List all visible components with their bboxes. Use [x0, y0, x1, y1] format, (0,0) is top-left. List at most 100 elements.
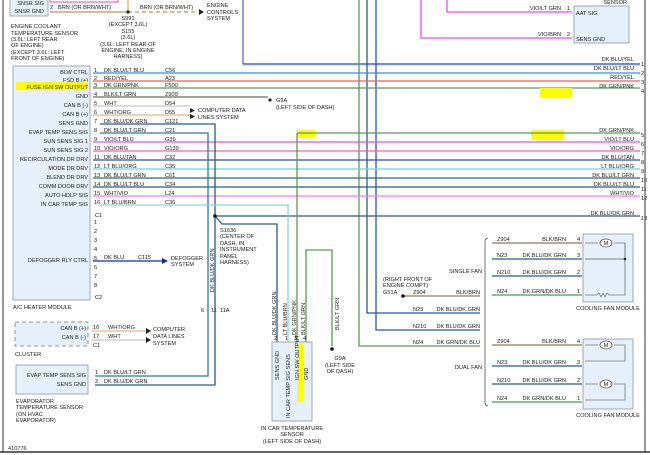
- evap-label: EVAPORATOR): [16, 418, 56, 424]
- evaporator-temp-sensor: [15, 364, 89, 395]
- pin-name: MODE DR DRV: [48, 166, 88, 172]
- pin-number: 2: [274, 336, 277, 342]
- pin-name: SENS GND: [59, 121, 88, 127]
- pin-number: 4: [94, 247, 97, 253]
- highlight-mark: [540, 88, 572, 98]
- pin-number: 3: [577, 360, 580, 366]
- c2-pin-row: 8: [94, 283, 97, 289]
- pin-number: 8: [94, 128, 97, 134]
- pin-number: 1: [285, 336, 288, 342]
- wire-number: 13: [641, 216, 647, 222]
- pin-name: GND: [304, 368, 310, 380]
- cluster-pin-name: CAN B (+): [60, 326, 86, 332]
- motor-symbol: M: [604, 382, 609, 388]
- evap-pin-wire: DK BLU/LT GRN: [104, 370, 146, 376]
- pin-name: CAN B (-): [64, 103, 88, 109]
- engine-controls-label: ENGINE: [207, 3, 229, 9]
- pin-name: BLW CTRL: [60, 70, 88, 76]
- pin-name: CAN B (+): [62, 112, 88, 118]
- c2-pin-row: 3: [94, 238, 97, 244]
- pin-name: BLEND DR DRV: [46, 175, 88, 181]
- circuit-id: A23: [165, 76, 175, 82]
- wire-color: DK GRN/DK BLU: [522, 396, 566, 402]
- circuit-id: L24: [165, 191, 174, 197]
- feed-wire: DK BLU/DK GRN: [436, 307, 480, 313]
- figure-id: 410776: [8, 446, 27, 452]
- ground-wire-label: BLK/LT GRN: [335, 298, 341, 330]
- wire-color: WHT/ORG: [104, 110, 131, 116]
- pin-name: IGN SW OUTPUT: [295, 334, 301, 380]
- circuit-id: Z909: [165, 92, 178, 98]
- connector-c2-label: C2: [95, 295, 102, 301]
- circuit-id: N24: [497, 396, 507, 402]
- svg-text:INSTRUMENT: INSTRUMENT: [220, 247, 257, 253]
- cluster-label: CLUSTER: [15, 352, 41, 358]
- computer-data-label: LINES SYSTEM: [198, 115, 239, 121]
- feed-circuit: N23: [413, 307, 423, 313]
- wire-color: DK BLU/LT BLU: [104, 68, 144, 74]
- engine-wire-label: BRN (OR BRN/WHT): [140, 5, 193, 11]
- evap-pin-name: EVAP TEMP SENS SIG: [27, 373, 86, 379]
- pin-number: 1: [94, 220, 97, 226]
- circuit-id: N23: [497, 253, 507, 259]
- ground-g51a-icon: [401, 294, 405, 298]
- wire-color: DK BLU/YEL: [602, 57, 634, 63]
- svg-text:(CENTER OF: (CENTER OF: [220, 234, 255, 240]
- pin-number: 15: [94, 191, 100, 197]
- pin-number: 1: [577, 289, 580, 295]
- wire-color: LT BLU/ORG: [601, 164, 634, 170]
- circuit-id: C61: [165, 173, 175, 179]
- wire-color: DK BLU: [104, 255, 124, 261]
- circuit-id: G39: [165, 137, 176, 143]
- circuit-id: G139: [165, 146, 179, 152]
- single-fan-label: SINGLE FAN: [449, 269, 482, 275]
- wire-color: DK BLU/DK GRN: [522, 360, 566, 366]
- splice-s1636-dot: [213, 214, 217, 218]
- wire-color: DK GRN/PNK: [599, 128, 634, 134]
- ect-pin-gnd-num: 2: [50, 5, 53, 11]
- wire-color: BLK/BRN: [542, 339, 566, 345]
- cluster-target-label: SYSTEM: [153, 341, 176, 347]
- wire-number: 10: [641, 178, 647, 184]
- pin-number: 3: [94, 238, 97, 244]
- pin-number: 1: [577, 396, 580, 402]
- wire-color: RED/YEL: [104, 76, 128, 82]
- pin-number: 3: [577, 253, 580, 259]
- dual-fan-label: DUAL FAN: [455, 365, 482, 371]
- circuit-id: C115: [138, 255, 151, 261]
- pin-number: 2: [577, 270, 580, 276]
- aat-pin2-name: SENS GND: [576, 37, 605, 43]
- aat-pin1-wire: VIO/LT GRN: [530, 6, 561, 12]
- ac-heater-module-label: A/C HEATER MODULE: [13, 305, 72, 311]
- wire-color: DK BLU/DK GRN: [272, 291, 278, 335]
- c2-pin-row: 2: [94, 229, 97, 235]
- wire-color: LT BLU/ORG: [104, 164, 137, 170]
- ect-pin-gnd: SNSR GND: [14, 9, 44, 15]
- wire-color: VIO/LT BLU: [104, 137, 134, 143]
- circuit-id: C32: [165, 155, 175, 161]
- motor-symbol: M: [604, 241, 609, 247]
- connector-label: 11A: [220, 308, 230, 314]
- evap-pin-num: 1: [95, 370, 98, 376]
- wire-color: DK BLU/DK GRN: [522, 270, 566, 276]
- pin-name: SENS GND: [275, 351, 281, 380]
- wire-color: VIO/ORG: [104, 146, 128, 152]
- svg-text:(EXCEPT 3.6L): (EXCEPT 3.6L): [109, 22, 148, 28]
- wire-number: 3: [641, 80, 644, 86]
- pin-number: 14: [94, 182, 100, 188]
- pin-number: 7: [94, 119, 97, 125]
- circuit-id: Z904: [497, 339, 510, 345]
- feed-wire: DK BLU/DK GRN: [436, 324, 480, 330]
- wire-color: DK GRN/PNK: [104, 83, 139, 89]
- pin-name: IN CAR TEMP SIG: [41, 202, 88, 208]
- pin-number: 12: [94, 164, 100, 170]
- circuit-id: D55: [165, 110, 175, 116]
- pin-name: EVAP TEMP SENS SIG: [29, 130, 88, 136]
- cooling-fan-module-label: COOLING FAN MODULE: [576, 306, 640, 312]
- wire-color: DK BLU/LT BLU: [594, 182, 634, 188]
- pin-name: FUSE IGN SW OUTPUT: [26, 85, 88, 91]
- ect-wire: BRN (OR BRN/WHT): [58, 5, 111, 11]
- wire-number: 9: [641, 169, 644, 175]
- defogger-label: SYSTEM: [171, 262, 194, 268]
- wire-color: BLK/LT GRN: [301, 303, 307, 335]
